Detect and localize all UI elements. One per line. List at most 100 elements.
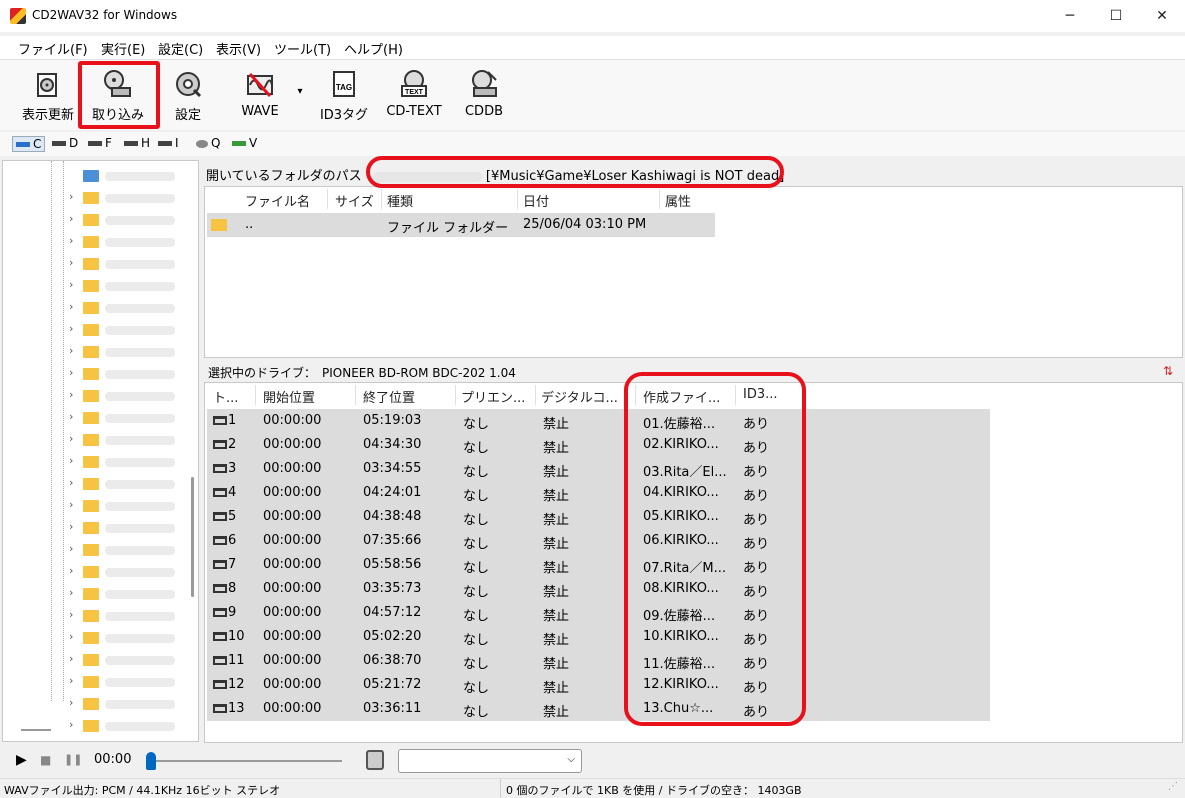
maximize-button[interactable]: ☐ <box>1093 0 1139 32</box>
tree-item[interactable]: › <box>3 517 193 539</box>
tree-item[interactable]: › <box>3 561 193 583</box>
chevron-right-icon[interactable]: › <box>69 454 73 467</box>
col-type[interactable]: 種類 <box>387 191 413 210</box>
chevron-right-icon[interactable]: › <box>69 674 73 687</box>
chevron-right-icon[interactable]: › <box>69 696 73 709</box>
play-button[interactable]: ▶ <box>16 752 27 768</box>
tree-item[interactable]: › <box>3 341 193 363</box>
drive-d-button[interactable]: D <box>52 136 78 150</box>
drive-v-button[interactable]: V <box>232 136 257 150</box>
resize-grip-icon[interactable]: ⋰ <box>1168 781 1178 792</box>
tree-item[interactable]: › <box>3 363 193 385</box>
chevron-right-icon[interactable]: › <box>69 344 73 357</box>
chevron-right-icon[interactable]: › <box>69 542 73 555</box>
col-track[interactable]: ト... <box>213 387 238 406</box>
track-row[interactable]: 3 00:00:00 03:34:55 なし 禁止 03.Rita／El... あり <box>207 457 990 481</box>
chevron-right-icon[interactable]: › <box>69 520 73 533</box>
col-digital-copy[interactable]: デジタルコ... <box>541 387 618 406</box>
id3-tag-button[interactable]: TAG ID3タグ <box>316 64 372 126</box>
track-row[interactable]: 13 00:00:00 03:36:11 なし 禁止 13.Chu☆... あり <box>207 697 990 721</box>
cd-text-button[interactable]: TEXT CD-TEXT <box>380 64 448 126</box>
tree-item[interactable]: › <box>3 539 193 561</box>
tree-item[interactable] <box>3 165 193 187</box>
chevron-right-icon[interactable]: › <box>69 586 73 599</box>
col-size[interactable]: サイズ <box>335 191 374 210</box>
track-row[interactable]: 11 00:00:00 06:38:70 なし 禁止 11.佐藤裕... あり <box>207 649 990 673</box>
tree-item[interactable]: › <box>3 187 193 209</box>
tree-item[interactable]: › <box>3 297 193 319</box>
chevron-right-icon[interactable]: › <box>69 212 73 225</box>
track-select[interactable]: ⌵ <box>398 749 582 773</box>
menu-file[interactable]: ファイル(F) <box>18 39 88 58</box>
col-preemphasis[interactable]: プリエン... <box>461 387 525 406</box>
tree-item[interactable]: › <box>3 627 193 649</box>
pause-button[interactable]: ❚❚ <box>64 753 82 766</box>
track-row[interactable]: 1 00:00:00 05:19:03 なし 禁止 01.佐藤裕... あり <box>207 409 990 433</box>
track-row[interactable]: 10 00:00:00 05:02:20 なし 禁止 10.KIRIKO... あり <box>207 625 990 649</box>
chevron-right-icon[interactable]: › <box>69 366 73 379</box>
stop-button[interactable]: ■ <box>40 753 51 767</box>
folder-tree[interactable]: › › › › › › › › › › › › › › › › › › › › › › › › › <box>2 160 199 742</box>
swap-icon[interactable]: ⇅ <box>1163 364 1173 378</box>
chevron-right-icon[interactable]: › <box>69 322 73 335</box>
menu-view[interactable]: 表示(V) <box>216 39 261 58</box>
chevron-right-icon[interactable]: › <box>69 256 73 269</box>
tree-item[interactable]: › <box>3 407 193 429</box>
close-button[interactable]: ✕ <box>1139 0 1185 32</box>
tree-item[interactable]: › <box>3 605 193 627</box>
col-attr[interactable]: 属性 <box>665 191 691 210</box>
track-row[interactable]: 12 00:00:00 05:21:72 なし 禁止 12.KIRIKO... あり <box>207 673 990 697</box>
cddb-button[interactable]: CDDB <box>456 64 512 126</box>
col-filename[interactable]: ファイル名 <box>245 191 310 210</box>
file-row[interactable]: .. ファイル フォルダー 25/06/04 03:10 PM <box>207 213 715 237</box>
tree-item[interactable]: › <box>3 451 193 473</box>
chevron-right-icon[interactable]: › <box>69 278 73 291</box>
track-row[interactable]: 5 00:00:00 04:38:48 なし 禁止 05.KIRIKO... あり <box>207 505 990 529</box>
tree-item[interactable]: › <box>3 275 193 297</box>
menu-help[interactable]: ヘルプ(H) <box>344 39 403 58</box>
tree-item[interactable]: › <box>3 473 193 495</box>
chevron-right-icon[interactable]: › <box>69 410 73 423</box>
tree-item[interactable]: › <box>3 253 193 275</box>
tree-item[interactable]: › <box>3 693 193 715</box>
track-row[interactable]: 6 00:00:00 07:35:66 なし 禁止 06.KIRIKO... あり <box>207 529 990 553</box>
tree-item[interactable]: › <box>3 649 193 671</box>
seek-track[interactable] <box>152 760 342 762</box>
tree-item[interactable]: › <box>3 209 193 231</box>
chevron-right-icon[interactable]: › <box>69 718 73 731</box>
track-row[interactable]: 9 00:00:00 04:57:12 なし 禁止 09.佐藤裕... あり <box>207 601 990 625</box>
tree-item[interactable]: › <box>3 385 193 407</box>
chevron-right-icon[interactable]: › <box>69 234 73 247</box>
menu-settings[interactable]: 設定(C) <box>158 39 203 58</box>
settings-button[interactable]: 設定 <box>160 64 216 126</box>
tree-item[interactable]: › <box>3 671 193 693</box>
chevron-right-icon[interactable]: › <box>69 630 73 643</box>
tree-item[interactable]: › <box>3 495 193 517</box>
chevron-right-icon[interactable]: › <box>69 300 73 313</box>
menu-execute[interactable]: 実行(E) <box>101 39 145 58</box>
track-row[interactable]: 8 00:00:00 03:35:73 なし 禁止 08.KIRIKO... あり <box>207 577 990 601</box>
track-row[interactable]: 4 00:00:00 04:24:01 なし 禁止 04.KIRIKO... あり <box>207 481 990 505</box>
refresh-button[interactable]: 表示更新 <box>14 64 82 126</box>
chevron-right-icon[interactable]: › <box>69 498 73 511</box>
tree-item[interactable]: › <box>3 583 193 605</box>
drive-q-button[interactable]: Q <box>196 136 220 150</box>
drive-i-button[interactable]: I <box>158 136 179 150</box>
chevron-right-icon[interactable]: › <box>69 608 73 621</box>
drive-f-button[interactable]: F <box>88 136 112 150</box>
tree-item[interactable]: › <box>3 319 193 341</box>
file-list[interactable]: ファイル名 サイズ 種類 日付 属性 .. ファイル フォルダー 25/06/0… <box>204 186 1183 358</box>
col-start[interactable]: 開始位置 <box>263 387 315 406</box>
seek-thumb[interactable] <box>146 752 156 770</box>
menu-tools[interactable]: ツール(T) <box>274 39 331 58</box>
chevron-right-icon[interactable]: › <box>69 652 73 665</box>
tree-item[interactable]: › <box>3 429 193 451</box>
chevron-right-icon[interactable]: › <box>69 388 73 401</box>
wave-button[interactable]: WAVE <box>232 64 288 126</box>
track-row[interactable]: 2 00:00:00 04:34:30 なし 禁止 02.KIRIKO... あり <box>207 433 990 457</box>
drive-h-button[interactable]: H <box>124 136 150 150</box>
chevron-right-icon[interactable]: › <box>69 432 73 445</box>
chevron-right-icon[interactable]: › <box>69 476 73 489</box>
minimize-button[interactable]: ─ <box>1047 0 1093 32</box>
col-date[interactable]: 日付 <box>523 191 549 210</box>
